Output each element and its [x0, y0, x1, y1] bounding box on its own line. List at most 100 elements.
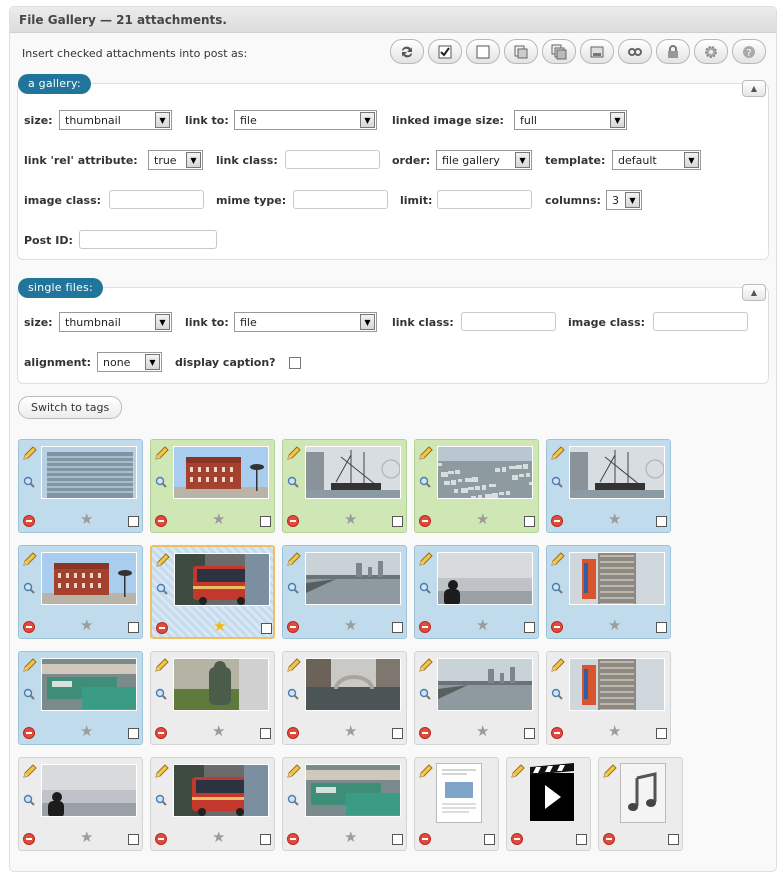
post-id-input[interactable]	[79, 230, 217, 249]
size-select[interactable]: thumbnail ▼	[59, 110, 172, 130]
attachment-thumbnail[interactable]	[437, 658, 533, 711]
delete-icon[interactable]	[155, 515, 167, 527]
attachment-checkbox[interactable]	[260, 516, 271, 527]
zoom-magnifier-icon[interactable]	[551, 476, 563, 488]
attachment-checkbox[interactable]	[576, 834, 587, 845]
zoom-magnifier-icon[interactable]	[287, 688, 299, 700]
delete-icon[interactable]	[551, 621, 563, 633]
attachment-thumbnail[interactable]	[305, 552, 401, 605]
zoom-magnifier-icon[interactable]	[156, 583, 168, 595]
edit-pencil-icon[interactable]	[286, 658, 301, 673]
attachment-checkbox[interactable]	[656, 516, 667, 527]
edit-pencil-icon[interactable]	[22, 552, 37, 567]
edit-pencil-icon[interactable]	[510, 764, 525, 779]
linked-image-size-select[interactable]: full ▼	[514, 110, 627, 130]
delete-icon[interactable]	[23, 515, 35, 527]
attachment-thumbnail[interactable]	[305, 446, 401, 499]
delete-icon[interactable]	[287, 727, 299, 739]
attachment-thumbnail[interactable]	[41, 658, 137, 711]
delete-icon[interactable]	[23, 833, 35, 845]
edit-pencil-icon[interactable]	[22, 658, 37, 673]
delete-icon[interactable]	[603, 833, 615, 845]
zoom-magnifier-icon[interactable]	[287, 476, 299, 488]
attachment-thumbnail[interactable]	[437, 552, 533, 605]
attachment-tile[interactable]: ★	[282, 439, 407, 533]
delete-icon[interactable]	[287, 833, 299, 845]
delete-icon[interactable]	[551, 727, 563, 739]
template-select[interactable]: default ▼	[612, 150, 701, 170]
link-to-select[interactable]: file ▼	[234, 110, 377, 130]
edit-pencil-icon[interactable]	[286, 446, 301, 461]
attachment-checkbox[interactable]	[392, 834, 403, 845]
delete-icon[interactable]	[23, 621, 35, 633]
attachment-tile[interactable]	[414, 757, 499, 851]
star-icon[interactable]: ★	[476, 512, 489, 527]
star-icon[interactable]: ★	[212, 830, 225, 845]
attachment-thumbnail[interactable]	[437, 446, 533, 499]
star-icon[interactable]: ★	[476, 618, 489, 633]
delete-icon[interactable]	[287, 621, 299, 633]
check-all-icon[interactable]	[428, 39, 462, 64]
uncheck-all-icon[interactable]	[466, 39, 500, 64]
zoom-magnifier-icon[interactable]	[155, 688, 167, 700]
delete-icon[interactable]	[511, 833, 523, 845]
edit-pencil-icon[interactable]	[22, 764, 37, 779]
delete-icon[interactable]	[23, 727, 35, 739]
zoom-magnifier-icon[interactable]	[287, 582, 299, 594]
edit-pencil-icon[interactable]	[602, 764, 617, 779]
edit-pencil-icon[interactable]	[22, 446, 37, 461]
attachment-thumbnail[interactable]	[569, 552, 665, 605]
settings-icon[interactable]	[694, 39, 728, 64]
delete-icon[interactable]	[419, 833, 431, 845]
attachment-thumbnail[interactable]	[305, 764, 401, 817]
single-link-to-select[interactable]: file ▼	[234, 312, 377, 332]
edit-pencil-icon[interactable]	[286, 764, 301, 779]
attachment-checkbox[interactable]	[260, 728, 271, 739]
display-caption-checkbox[interactable]	[289, 357, 301, 369]
zoom-magnifier-icon[interactable]	[155, 476, 167, 488]
zoom-magnifier-icon[interactable]	[419, 476, 431, 488]
document-icon[interactable]	[436, 763, 482, 823]
zoom-magnifier-icon[interactable]	[419, 688, 431, 700]
edit-pencil-icon[interactable]	[155, 553, 170, 568]
edit-pencil-icon[interactable]	[418, 764, 433, 779]
attachment-tile[interactable]: ★	[414, 545, 539, 639]
attachment-thumbnail[interactable]	[41, 764, 137, 817]
attachment-thumbnail[interactable]	[41, 552, 137, 605]
star-icon[interactable]: ★	[80, 618, 93, 633]
attachment-tile[interactable]: ★	[18, 545, 143, 639]
attachment-tile[interactable]	[598, 757, 683, 851]
star-icon[interactable]: ★	[344, 512, 357, 527]
copy-icon[interactable]	[504, 39, 538, 64]
attachment-tile[interactable]: ★	[150, 439, 275, 533]
attachment-thumbnail[interactable]	[569, 658, 665, 711]
attachment-checkbox[interactable]	[484, 834, 495, 845]
mime-type-input[interactable]	[293, 190, 388, 209]
edit-pencil-icon[interactable]	[154, 446, 169, 461]
attachment-thumbnail[interactable]	[305, 658, 401, 711]
delete-icon[interactable]	[419, 515, 431, 527]
video-icon[interactable]	[528, 763, 574, 823]
attachment-checkbox[interactable]	[392, 516, 403, 527]
attachment-checkbox[interactable]	[128, 834, 139, 845]
delete-icon[interactable]	[156, 622, 168, 634]
switch-to-tags-button[interactable]: Switch to tags	[18, 396, 123, 419]
star-icon[interactable]: ★	[213, 619, 226, 634]
edit-pencil-icon[interactable]	[418, 446, 433, 461]
attachment-checkbox[interactable]	[524, 622, 535, 633]
attachment-tile[interactable]: ★	[150, 757, 275, 851]
single-image-class-input[interactable]	[653, 312, 748, 331]
attachment-tile[interactable]: ★	[546, 545, 671, 639]
attachment-thumbnail[interactable]	[173, 764, 269, 817]
zoom-magnifier-icon[interactable]	[551, 582, 563, 594]
edit-pencil-icon[interactable]	[418, 658, 433, 673]
attachment-checkbox[interactable]	[128, 622, 139, 633]
delete-icon[interactable]	[551, 515, 563, 527]
attachment-thumbnail[interactable]	[41, 446, 137, 499]
attachment-tile[interactable]: ★	[546, 651, 671, 745]
attachment-thumbnail[interactable]	[174, 553, 270, 606]
edit-pencil-icon[interactable]	[550, 658, 565, 673]
attachment-tile[interactable]: ★	[546, 439, 671, 533]
zoom-magnifier-icon[interactable]	[419, 582, 431, 594]
star-icon[interactable]: ★	[344, 830, 357, 845]
